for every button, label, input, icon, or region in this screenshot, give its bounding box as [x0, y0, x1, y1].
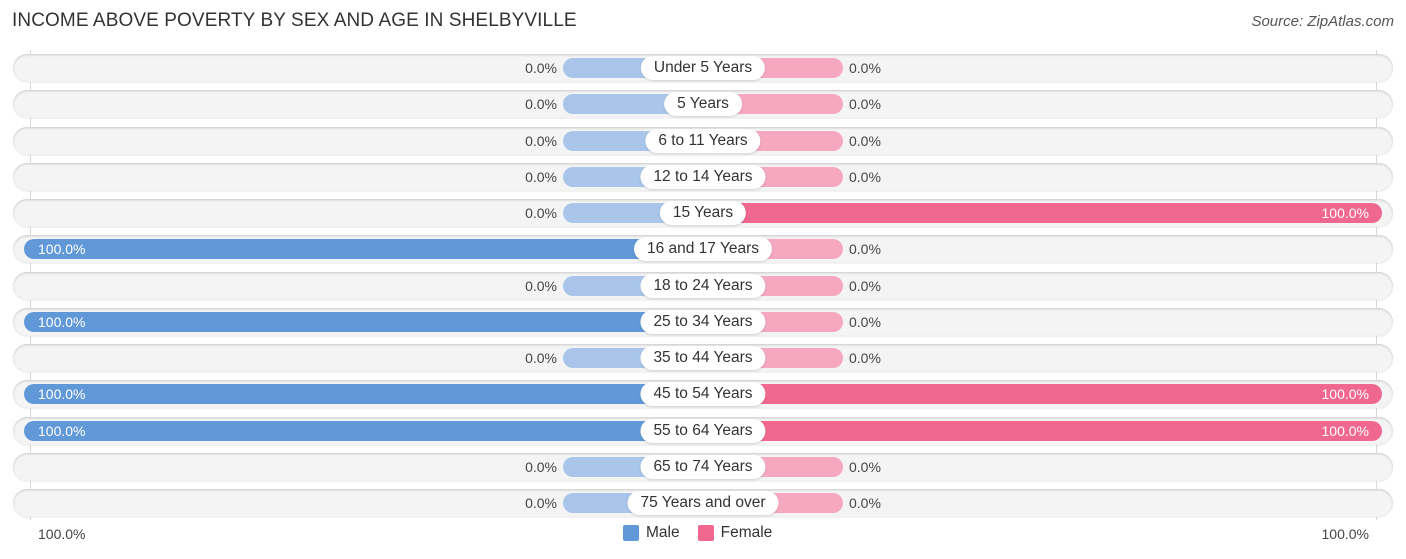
male-value-label: 0.0%	[525, 277, 557, 294]
female-value-label: 0.0%	[849, 277, 881, 294]
source-label: Source: ZipAtlas.com	[1251, 13, 1394, 30]
legend-label-male: Male	[646, 524, 680, 541]
category-label: Under 5 Years	[640, 56, 766, 80]
female-bar	[703, 420, 1382, 441]
male-value-label: 0.0%	[525, 458, 557, 475]
female-value-label: 100.0%	[1321, 386, 1369, 403]
female-value-label: 0.0%	[849, 350, 881, 366]
legend-item-female: Female	[697, 524, 773, 542]
male-value-label: 100.0%	[38, 386, 86, 403]
category-label: 35 to 44 Years	[640, 346, 766, 370]
male-bar	[24, 384, 703, 405]
category-label: 16 and 17 Years	[633, 237, 773, 262]
legend-swatch-female	[697, 525, 714, 541]
female-value-label: 0.0%	[849, 132, 881, 149]
female-value-label: 0.0%	[849, 60, 881, 76]
category-label: 6 to 11 Years	[645, 128, 761, 153]
legend-item-male: Male	[623, 524, 680, 542]
female-value-label: 0.0%	[849, 458, 881, 475]
male-value-label: 100.0%	[38, 313, 86, 330]
category-label: 18 to 24 Years	[640, 273, 766, 298]
male-value-label: 0.0%	[525, 350, 557, 366]
category-label: 45 to 54 Years	[640, 382, 766, 407]
male-bar	[24, 311, 703, 332]
female-bar	[703, 203, 1382, 223]
female-value-label: 0.0%	[849, 495, 881, 511]
male-value-label: 0.0%	[525, 96, 557, 113]
female-value-label: 100.0%	[1321, 422, 1369, 439]
male-value-label: 0.0%	[525, 205, 557, 221]
axis-label-right: 100.0%	[1321, 526, 1369, 542]
female-value-label: 0.0%	[849, 168, 881, 185]
female-value-label: 0.0%	[849, 313, 881, 330]
category-label: 75 Years and over	[627, 491, 779, 515]
category-label: 12 to 14 Years	[640, 164, 766, 189]
male-value-label: 0.0%	[525, 168, 557, 185]
legend-label-female: Female	[720, 524, 773, 541]
female-bar	[703, 384, 1382, 405]
male-value-label: 0.0%	[525, 60, 557, 76]
category-label: 25 to 34 Years	[640, 309, 766, 334]
male-value-label: 100.0%	[38, 422, 86, 439]
category-label: 5 Years	[664, 92, 742, 117]
legend: Male Female	[623, 524, 790, 542]
category-label: 65 to 74 Years	[640, 454, 766, 479]
category-label: 55 to 64 Years	[640, 418, 766, 443]
male-bar	[24, 239, 703, 260]
male-bar	[24, 420, 703, 441]
female-value-label: 100.0%	[1321, 205, 1369, 221]
chart-title: INCOME ABOVE POVERTY BY SEX AND AGE IN S…	[12, 10, 577, 31]
axis-label-left: 100.0%	[38, 526, 86, 542]
legend-swatch-male	[623, 525, 639, 541]
male-value-label: 100.0%	[38, 241, 86, 258]
female-value-label: 0.0%	[849, 96, 881, 113]
female-value-label: 0.0%	[849, 241, 881, 258]
category-label: 15 Years	[659, 201, 747, 225]
male-value-label: 0.0%	[525, 495, 557, 511]
male-value-label: 0.0%	[525, 132, 557, 149]
